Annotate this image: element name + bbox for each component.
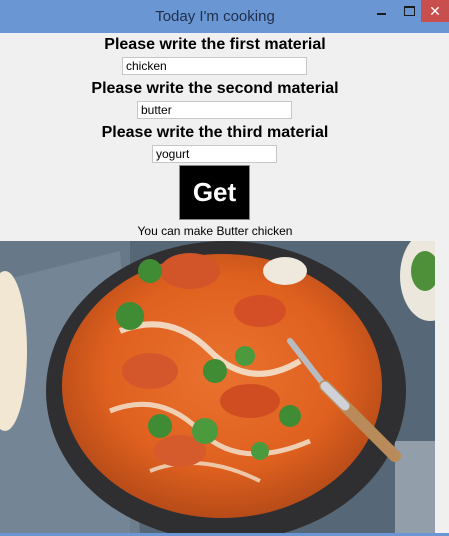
cilantro-leaf (203, 359, 227, 383)
result-text: You can make Butter chicken (137, 224, 293, 238)
cilantro-leaf (251, 442, 269, 460)
yogurt-dollop (263, 257, 307, 285)
close-icon: ✕ (429, 2, 441, 19)
third-material-label: Please write the third material (101, 124, 329, 141)
first-material-input[interactable] (122, 57, 307, 75)
second-material-label: Please write the second material (91, 80, 339, 97)
chicken-piece (220, 384, 280, 418)
cilantro-leaf (279, 405, 301, 427)
maximize-button[interactable] (398, 0, 420, 22)
minimize-icon (376, 13, 386, 15)
title-bar[interactable]: Today I'm cooking ✕ (0, 0, 449, 33)
cilantro-leaf (116, 302, 144, 330)
maximize-icon (403, 6, 415, 16)
butter-chicken-photo (0, 241, 435, 533)
cilantro-leaf (148, 414, 172, 438)
app-window: Today I'm cooking ✕ Please write the fir… (0, 0, 449, 536)
cilantro-leaf (192, 418, 218, 444)
first-material-label: Please write the first material (104, 36, 326, 53)
chicken-piece (160, 253, 220, 289)
chicken-piece (122, 353, 178, 389)
close-button[interactable]: ✕ (421, 0, 449, 22)
minimize-button[interactable] (370, 0, 392, 22)
window-title: Today I'm cooking (155, 8, 275, 25)
get-button[interactable]: Get (179, 165, 250, 220)
curry-sauce (62, 254, 382, 518)
cilantro-leaf (138, 259, 162, 283)
cilantro-leaf (235, 346, 255, 366)
food-photo-illustration (0, 241, 435, 533)
chicken-piece (234, 295, 286, 327)
tea-towel (395, 441, 435, 533)
second-material-input[interactable] (137, 101, 292, 119)
third-material-input[interactable] (152, 145, 277, 163)
